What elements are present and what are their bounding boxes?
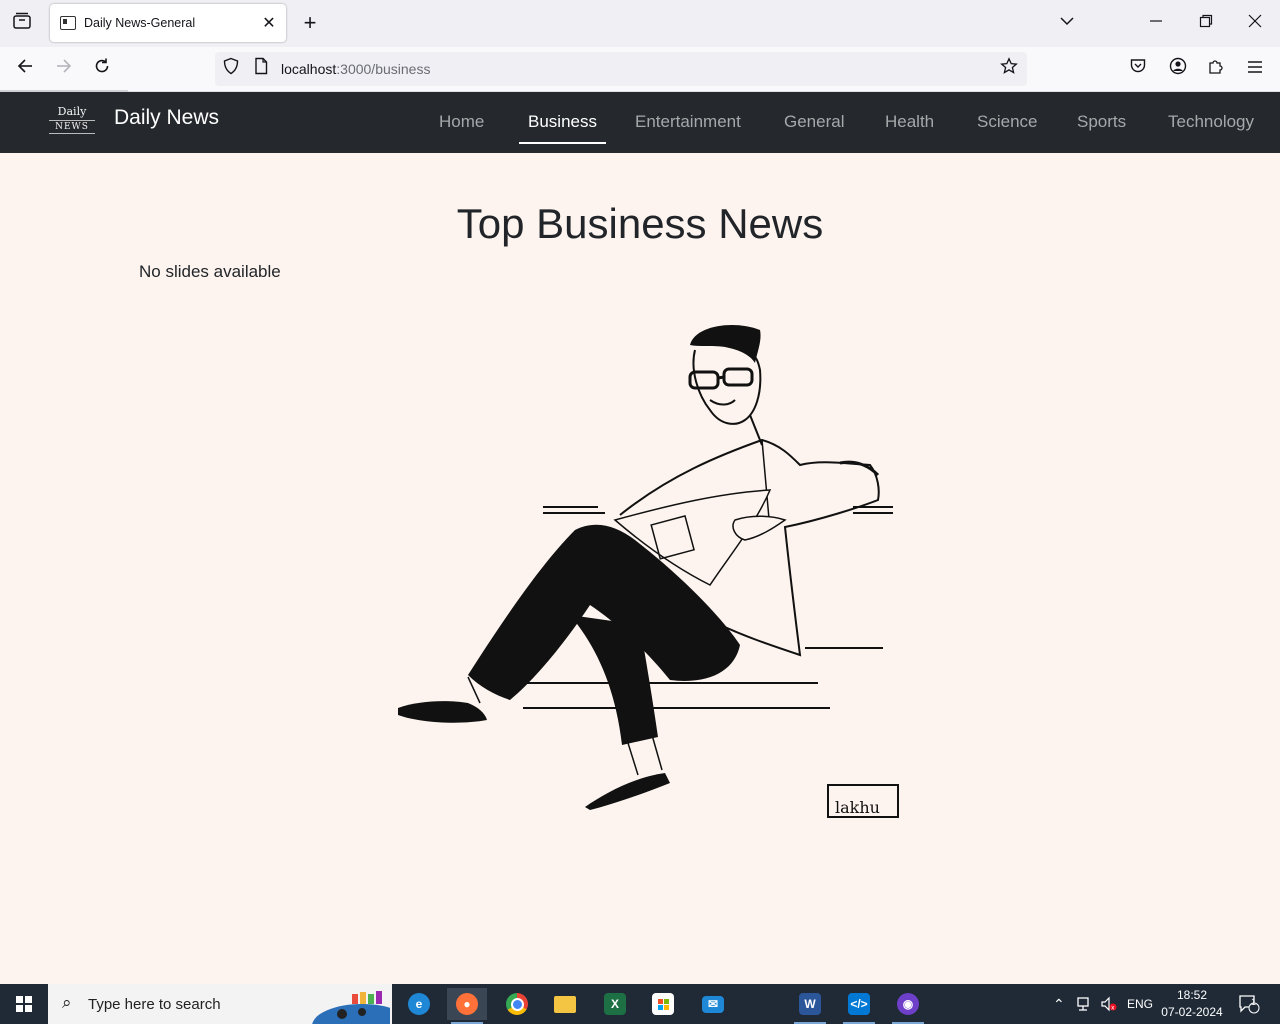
address-bar[interactable]: localhost:3000/business	[215, 52, 1027, 86]
nav-health[interactable]: Health	[885, 112, 934, 132]
site-navbar: Daily NEWS Daily News Home Business Ente…	[0, 92, 1280, 153]
browser-nav-bar: localhost:3000/business	[0, 47, 1280, 92]
taskbar-chrome-icon[interactable]	[497, 988, 537, 1020]
taskbar-github-desktop-icon[interactable]: ◉	[888, 988, 928, 1024]
nav-home[interactable]: Home	[439, 112, 484, 132]
tab-title: Daily News-General	[84, 16, 196, 30]
notification-center-icon[interactable]: 1	[1238, 984, 1260, 1024]
windows-taskbar: ⌕ Type here to search e ● X ✉ W </> ◉ ⌃ …	[0, 984, 1280, 1024]
new-tab-icon[interactable]: +	[298, 11, 322, 35]
clock-time: 18:52	[1176, 988, 1208, 1002]
page-info-icon[interactable]	[249, 57, 273, 81]
network-icon[interactable]	[1076, 984, 1094, 1024]
search-icon: ⌕	[62, 993, 72, 1012]
logo-line1: Daily	[57, 105, 87, 118]
pocket-icon[interactable]	[1126, 57, 1150, 81]
nav-technology[interactable]: Technology	[1168, 112, 1254, 132]
url-host: localhost	[281, 61, 337, 77]
bookmark-star-icon[interactable]	[997, 57, 1021, 81]
man-reading-newspaper-illustration: lakhu	[398, 325, 899, 818]
taskbar-clock[interactable]: 18:52 07-02-2024	[1160, 987, 1224, 1021]
minimize-icon[interactable]	[1144, 10, 1168, 34]
taskbar-search-placeholder: Type here to search	[88, 996, 221, 1013]
taskbar-file-explorer-icon[interactable]	[545, 988, 585, 1020]
input-language[interactable]: ENG	[1127, 984, 1153, 1024]
windows-start-button[interactable]	[0, 984, 48, 1024]
forward-icon[interactable]	[52, 57, 76, 81]
url-path: :3000/business	[336, 61, 431, 77]
clock-date: 07-02-2024	[1161, 1005, 1223, 1019]
browser-tab[interactable]: Daily News-General ✕	[50, 4, 286, 42]
taskbar-firefox-icon[interactable]: ●	[447, 988, 487, 1024]
menu-hamburger-icon[interactable]	[1243, 57, 1267, 81]
site-brand[interactable]: Daily News	[114, 106, 219, 130]
svg-text:x: x	[1111, 1005, 1115, 1012]
nav-general[interactable]: General	[784, 112, 844, 132]
tab-overview-icon[interactable]	[10, 11, 34, 35]
page-title: Top Business News	[456, 200, 824, 247]
browser-tab-bar: Daily News-General ✕ +	[0, 0, 1280, 47]
taskbar-search-box[interactable]: ⌕ Type here to search	[48, 984, 392, 1024]
nav-science[interactable]: Science	[977, 112, 1037, 132]
search-highlight-art-icon	[312, 991, 390, 1024]
volume-muted-icon[interactable]: x	[1100, 984, 1118, 1024]
show-hidden-icons-chevron-icon[interactable]: ⌃	[1053, 984, 1065, 1024]
tracking-protection-shield-icon[interactable]	[219, 57, 243, 81]
restore-icon[interactable]	[1194, 10, 1218, 34]
nav-business[interactable]: Business	[519, 112, 606, 144]
close-tab-icon[interactable]: ✕	[258, 13, 280, 33]
notification-count: 1	[1251, 997, 1257, 1007]
taskbar-store-icon[interactable]	[643, 988, 683, 1020]
nav-sports[interactable]: Sports	[1077, 112, 1126, 132]
site-logo[interactable]: Daily NEWS	[47, 100, 97, 140]
extensions-icon[interactable]	[1204, 57, 1228, 81]
taskbar-edge-icon[interactable]: e	[399, 988, 439, 1020]
taskbar-excel-icon[interactable]: X	[595, 988, 635, 1020]
logo-line2: NEWS	[49, 120, 95, 134]
back-icon[interactable]	[13, 57, 37, 81]
close-window-icon[interactable]	[1243, 10, 1267, 34]
url-text[interactable]: localhost:3000/business	[281, 61, 430, 77]
reload-icon[interactable]	[90, 57, 114, 81]
nav-entertainment[interactable]: Entertainment	[635, 112, 741, 132]
illustration-signature: lakhu	[835, 798, 880, 817]
taskbar-vscode-icon[interactable]: </>	[839, 988, 879, 1024]
taskbar-mail-icon[interactable]: ✉	[693, 988, 733, 1020]
newspaper-icon	[60, 16, 76, 30]
account-icon[interactable]	[1166, 57, 1190, 81]
taskbar-word-icon[interactable]: W	[790, 988, 830, 1024]
empty-slides-message: No slides available	[139, 262, 281, 281]
list-tabs-icon[interactable]	[1055, 11, 1079, 35]
